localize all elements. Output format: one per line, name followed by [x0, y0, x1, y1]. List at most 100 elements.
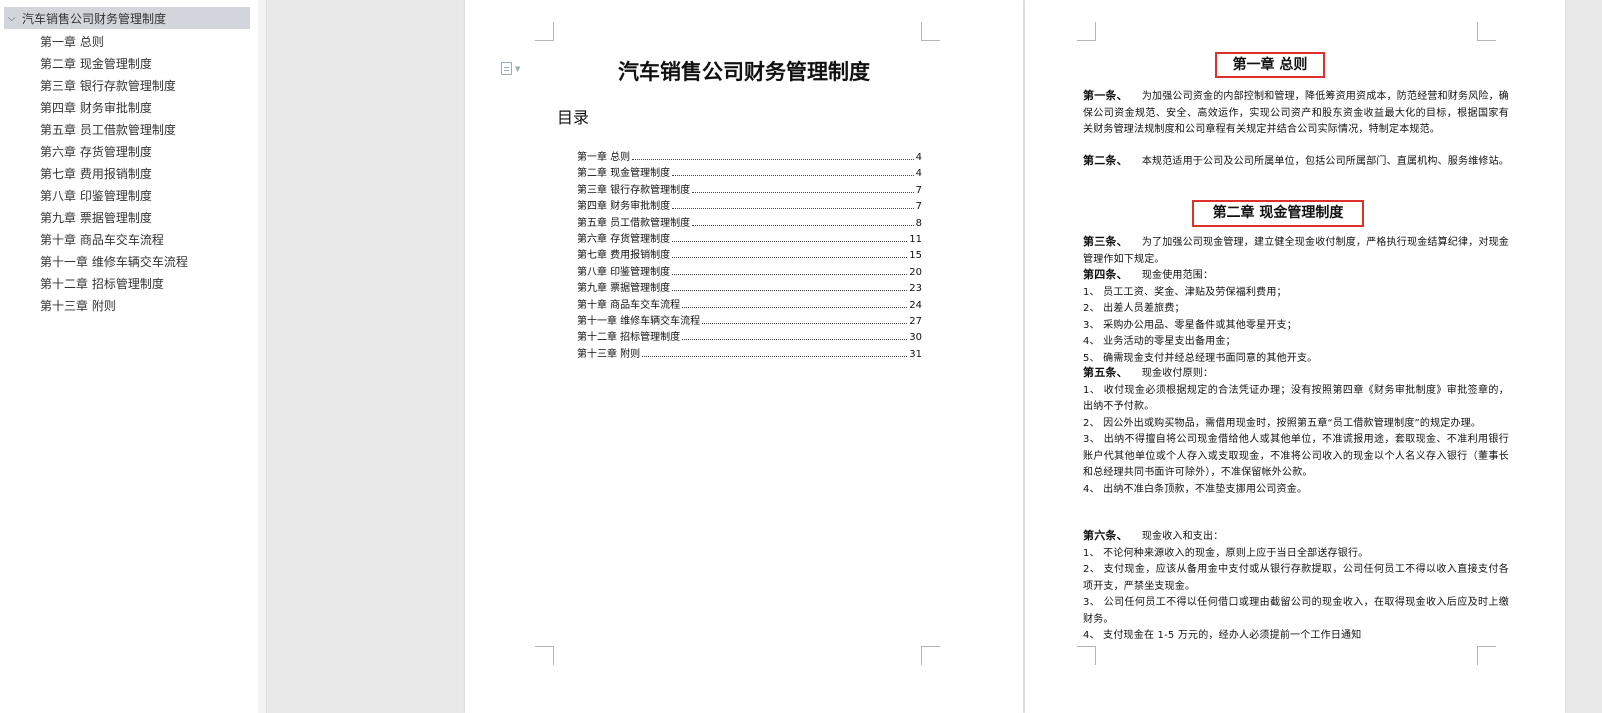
nav-item[interactable]: 第六章 存货管理制度 — [0, 141, 258, 163]
list-item: 1、 收付现金必须根据规定的合法凭证办理；没有按照第四章《财务审批制度》审批签章… — [1083, 384, 1509, 413]
article-label: 第三条、 — [1083, 235, 1128, 248]
nav-item[interactable]: 第三章 银行存款管理制度 — [0, 75, 258, 97]
nav-item[interactable]: 第四章 财务审批制度 — [0, 97, 258, 119]
article-2: 第二条、 本规范适用于公司及公司所属单位，包括公司所属部门、直属机构、服务维修站。 — [1083, 153, 1509, 171]
toc-entry[interactable]: 第八章 印鉴管理制度 20 — [577, 263, 922, 279]
toc-page-number: 31 — [909, 348, 922, 360]
toc-entry-title: 第五章 员工借款管理制度 — [577, 217, 691, 229]
toc-entry[interactable]: 第六章 存货管理制度 11 — [577, 230, 922, 246]
toc-entry[interactable]: 第七章 费用报销制度 15 — [577, 246, 922, 262]
nav-root-item[interactable]: ⌵ 汽车销售公司财务管理制度 — [4, 7, 250, 29]
toc-heading: 目录 — [557, 108, 590, 127]
list-item: 2、 因公外出或购买物品，需借用现金时，按照第五章“员工借款管理制度”的规定办理… — [1083, 417, 1482, 429]
nav-item[interactable]: 第五章 员工借款管理制度 — [0, 119, 258, 141]
toc-entry[interactable]: 第十二章 招标管理制度 30 — [577, 328, 922, 344]
toc-entry[interactable]: 第十三章 附则 31 — [577, 345, 922, 361]
article-text: 现金收付原则： — [1141, 368, 1214, 379]
article-label: 第一条、 — [1083, 89, 1128, 102]
toc-entry-title: 第三章 银行存款管理制度 — [577, 184, 691, 196]
toc-leader — [672, 273, 908, 275]
toc-entry-title: 第二章 现金管理制度 — [577, 168, 671, 180]
toc-leader — [702, 322, 908, 324]
toc-page-number: 8 — [915, 217, 922, 229]
toc-leader — [692, 224, 914, 226]
toc-entry-title: 第十章 商品车交车流程 — [577, 299, 681, 311]
toc-leader — [672, 207, 914, 210]
document-canvas: ▼ 汽车销售公司财务管理制度 目录 第一章 总则 4 第二章 现金管理制度 4 第三章 … — [267, 0, 1602, 713]
list-item: 2、 支付现金，应该从备用金中支付或从银行存款提取，公司任何员工不得以收入直接支… — [1083, 564, 1509, 592]
article-items: 1、 收付现金必须根据规定的合法凭证办理；没有按照第四章《财务审批制度》审批签章… — [1083, 383, 1509, 499]
margin-mark — [535, 22, 554, 41]
toc-entry[interactable]: 第十一章 维修车辆交车流程 27 — [577, 312, 922, 328]
list-item: 2、 出差人员差旅费； — [1083, 303, 1185, 314]
toc-leader — [682, 306, 908, 308]
article-text: 本规范适用于公司及公司所属单位，包括公司所属部门、直属机构、服务维修站。 — [1141, 156, 1510, 167]
toc-entry[interactable]: 第四章 财务审批制度 7 — [577, 197, 922, 213]
toc-leader — [672, 174, 914, 177]
article-text: 现金收入和支出： — [1141, 531, 1224, 542]
list-item: 1、 员工工资、奖金、津贴及劳保福利费用； — [1083, 286, 1287, 298]
nav-item[interactable]: 第十一章 维修车辆交车流程 — [0, 251, 258, 273]
chapter-heading: 第二章 现金管理制度 — [1192, 200, 1364, 227]
toc-entry-title: 第一章 总则 — [577, 152, 631, 163]
toc-leader — [672, 256, 908, 259]
toc-page-number: 27 — [909, 315, 922, 327]
page-chapter: 第一章 总则 第一条、 为加强公司资金的内部控制和管理，降低筹资用资成本，防范经营… — [1025, 0, 1565, 713]
toc-entry[interactable]: 第十章 商品车交车流程 24 — [577, 296, 922, 312]
margin-mark — [921, 646, 940, 665]
nav-item[interactable]: 第八章 印鉴管理制度 — [0, 185, 258, 207]
margin-mark — [535, 646, 554, 665]
margin-mark — [921, 22, 940, 41]
toc-entry[interactable]: 第九章 票据管理制度 23 — [577, 279, 922, 295]
article-label: 第四条、 — [1083, 268, 1128, 281]
nav-item[interactable]: 第一章 总则 — [0, 31, 258, 53]
chapter-heading: 第一章 总则 — [1215, 52, 1325, 78]
margin-mark — [1477, 22, 1496, 41]
toc-page-number: 7 — [915, 201, 922, 213]
toc-page-number: 7 — [915, 184, 922, 196]
article-items: 1、 不论何种来源收入的现金，原则上应于当日全部送存银行。 2、 支付现金，应该从… — [1083, 546, 1509, 645]
article-text: 为了加强公司现金管理，建立健全现金收付制度，严格执行现金结算纪律，对现金管理作如… — [1083, 237, 1510, 265]
toc-entry-title: 第十三章 附则 — [577, 348, 641, 360]
margin-mark — [1477, 646, 1496, 665]
pane-splitter[interactable] — [258, 0, 267, 713]
nav-list: 第一章 总则 第二章 现金管理制度 第三章 银行存款管理制度 第四章 财务审批制度 第五… — [0, 31, 258, 317]
toc-entry[interactable]: 第二章 现金管理制度 4 — [577, 164, 922, 180]
margin-mark — [1077, 646, 1096, 665]
toc-entry-title: 第八章 印鉴管理制度 — [577, 266, 671, 278]
toc-page-number: 4 — [915, 152, 922, 163]
navigation-pane: ⌵ 汽车销售公司财务管理制度 第一章 总则 第二章 现金管理制度 第三章 银行存款管… — [0, 0, 259, 713]
article-text: 现金使用范围： — [1141, 270, 1214, 281]
toc-page-number: 4 — [915, 168, 922, 180]
margin-mark — [1077, 22, 1096, 41]
article-6: 第六条、 现金收入和支出： 1、 不论何种来源收入的现金，原则上应于当日全部送存银… — [1083, 528, 1509, 645]
article-3: 第三条、 为了加强公司现金管理，建立健全现金收付制度，严格执行现金结算纪律，对现金… — [1083, 234, 1509, 268]
list-item: 3、 采购办公用品、零星备件或其他零星开支； — [1083, 319, 1297, 331]
nav-item[interactable]: 第二章 现金管理制度 — [0, 53, 258, 75]
toc-entry-title: 第十二章 招标管理制度 — [577, 332, 681, 344]
list-item: 4、 支付现金在 1-5 万元的，经办人必须提前一个工作日通知 — [1083, 630, 1362, 641]
toc-leader — [632, 158, 914, 160]
toc-entry[interactable]: 第一章 总则 4 — [577, 148, 922, 164]
nav-item[interactable]: 第十章 商品车交车流程 — [0, 229, 258, 251]
article-text: 为加强公司资金的内部控制和管理，降低筹资用资成本，防范经营和财务风险，确保公司资… — [1083, 91, 1510, 135]
nav-item[interactable]: 第九章 票据管理制度 — [0, 207, 258, 229]
toc-page-number: 11 — [909, 233, 922, 245]
toc-entry-title: 第十一章 维修车辆交车流程 — [577, 315, 701, 327]
toc-entry-title: 第七章 费用报销制度 — [577, 250, 671, 262]
nav-item[interactable]: 第十三章 附则 — [0, 295, 258, 317]
nav-item[interactable]: 第十二章 招标管理制度 — [0, 273, 258, 295]
article-items: 1、 员工工资、奖金、津贴及劳保福利费用； 2、 出差人员差旅费； 3、 采购办公用… — [1083, 285, 1509, 368]
toc-entry-title: 第四章 财务审批制度 — [577, 201, 671, 213]
toc-entry[interactable]: 第三章 银行存款管理制度 7 — [577, 181, 922, 197]
toc-entry[interactable]: 第五章 员工借款管理制度 8 — [577, 214, 922, 230]
page-toc: ▼ 汽车销售公司财务管理制度 目录 第一章 总则 4 第二章 现金管理制度 4 第三章 … — [465, 0, 1023, 713]
chevron-down-icon[interactable]: ⌵ — [8, 13, 22, 24]
toc-leader — [682, 338, 908, 341]
toc-page-number: 20 — [909, 266, 922, 278]
article-label: 第六条、 — [1083, 529, 1128, 542]
nav-item[interactable]: 第七章 费用报销制度 — [0, 163, 258, 185]
list-item: 4、 业务活动的零星支出备用金； — [1083, 336, 1236, 347]
table-of-contents: 第一章 总则 4 第二章 现金管理制度 4 第三章 银行存款管理制度 7 第四章 财务审批制… — [577, 148, 922, 361]
list-item: 4、 出纳不准白条顶款，不准垫支挪用公司资金。 — [1083, 483, 1308, 495]
